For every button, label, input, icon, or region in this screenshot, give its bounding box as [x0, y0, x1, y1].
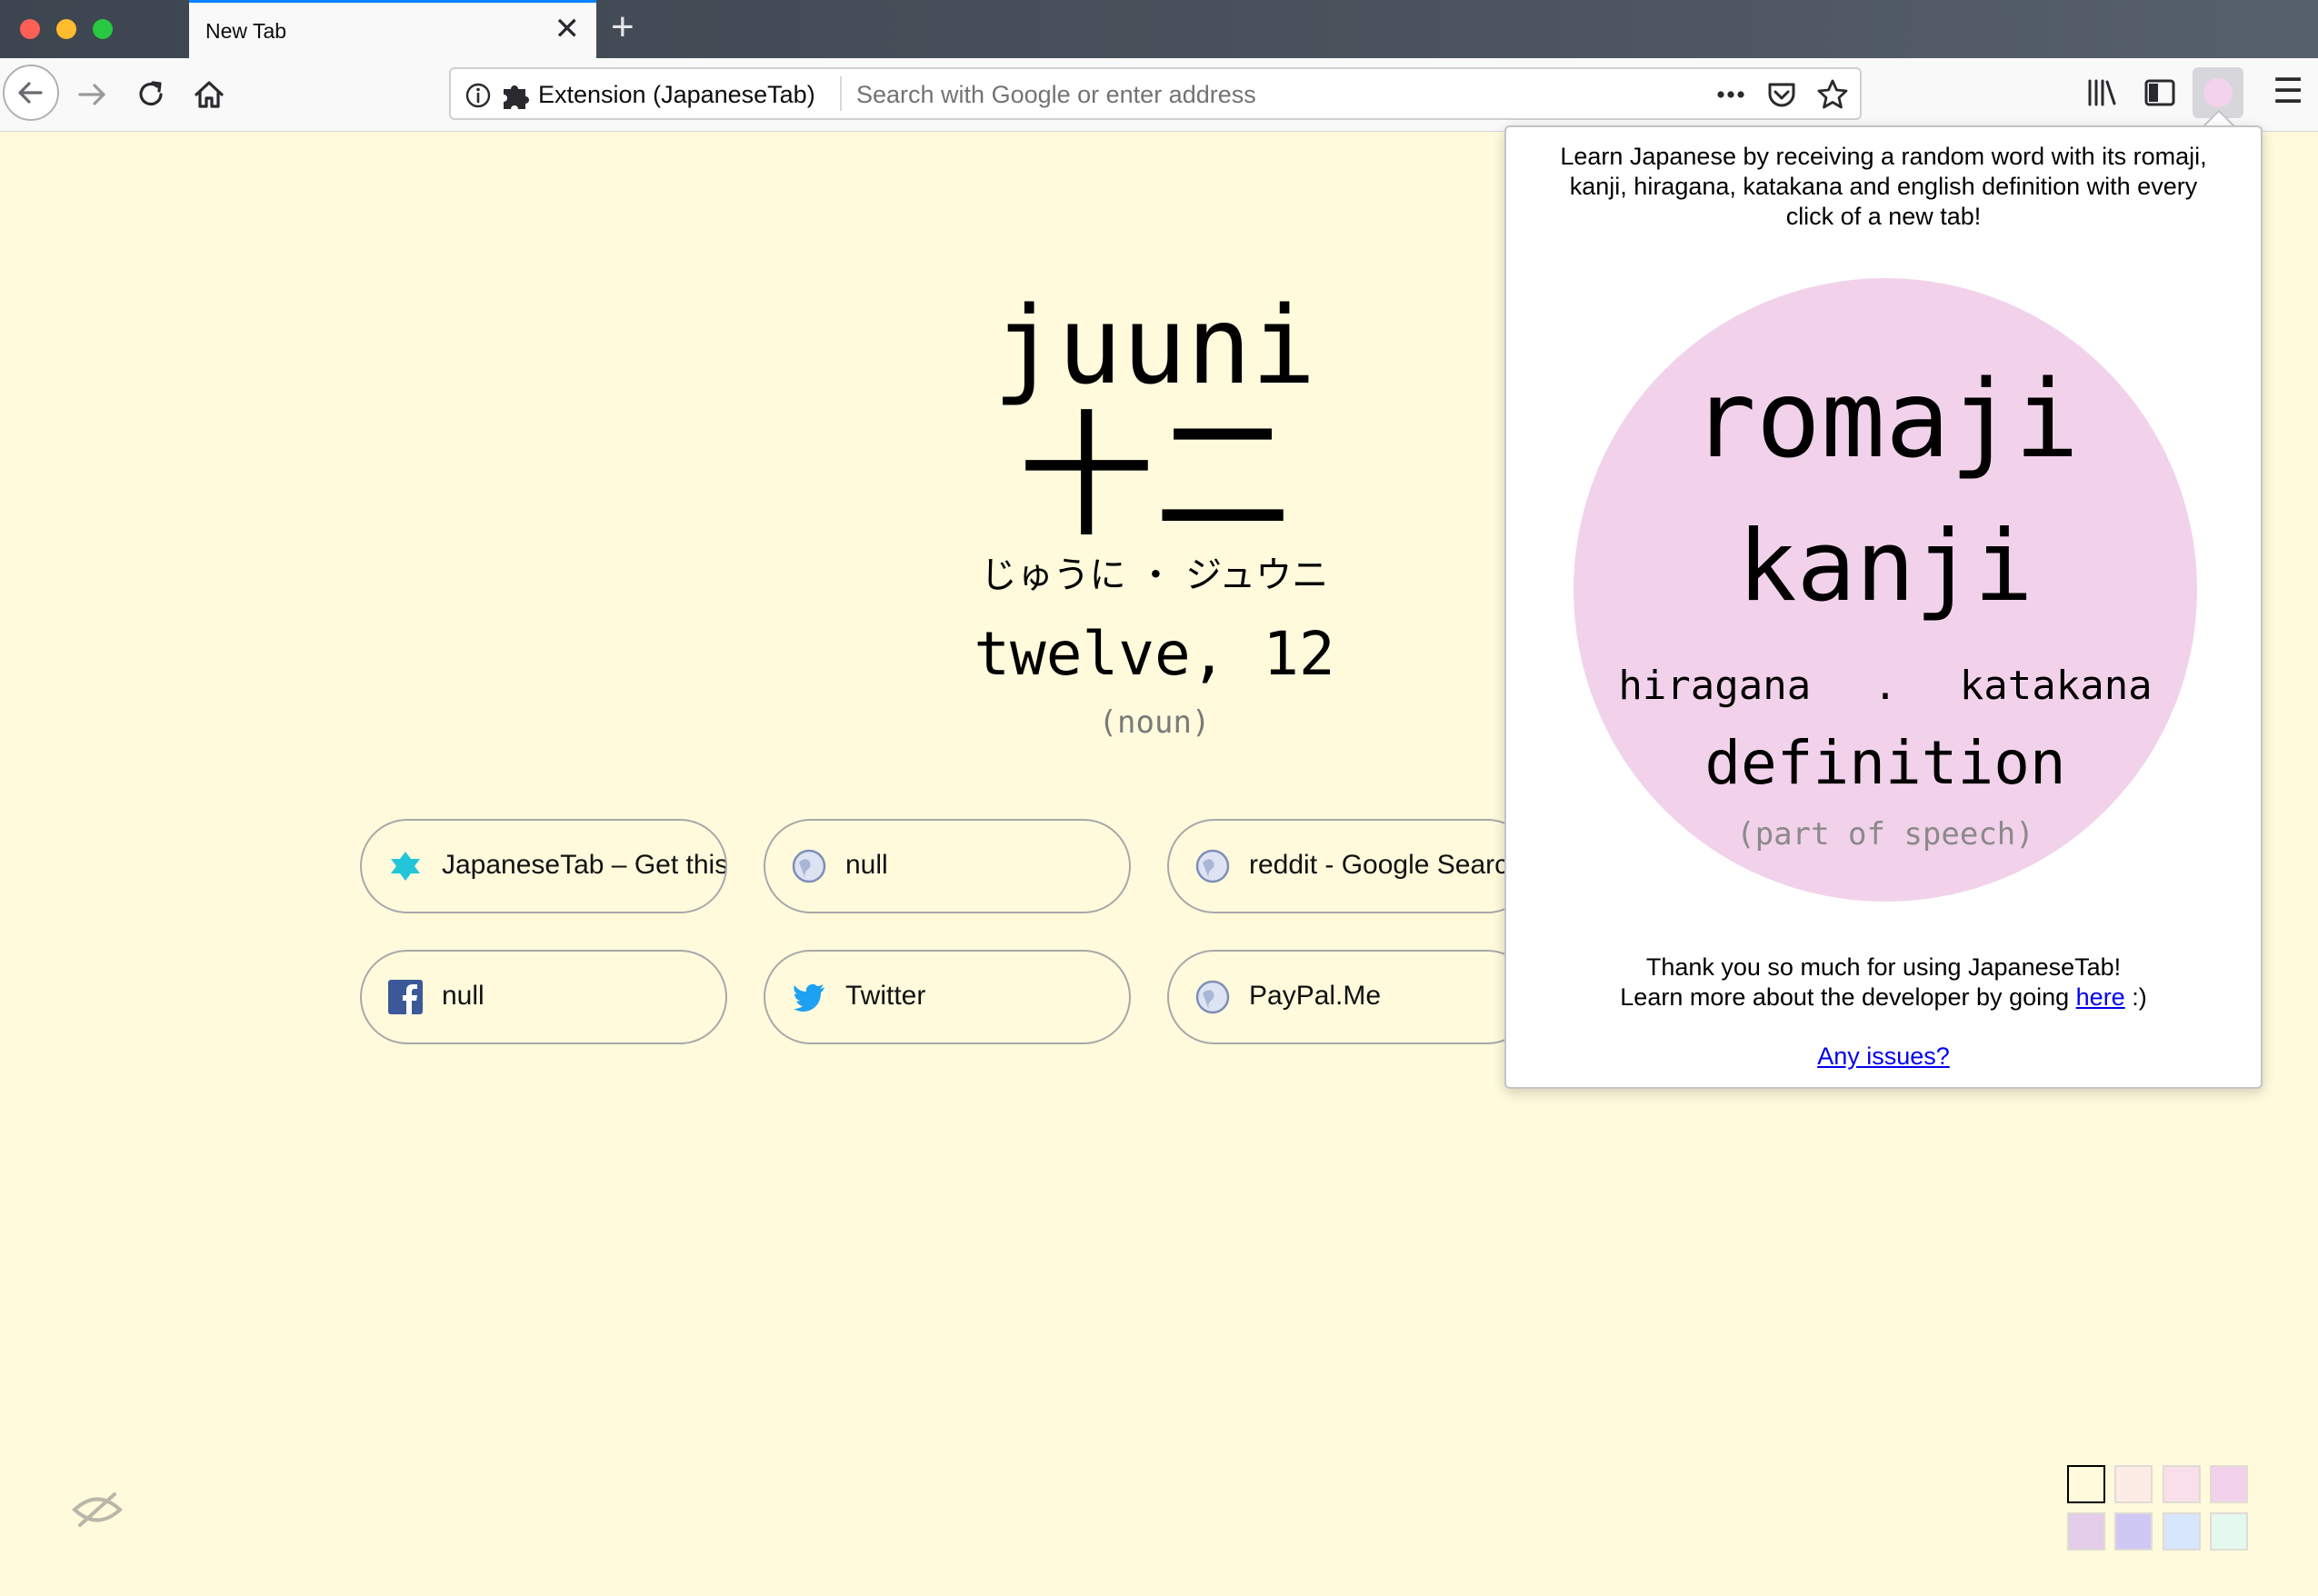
sample-part-of-speech: (part of speech) [1736, 816, 2034, 853]
sample-kanji: kanji [1737, 510, 2033, 623]
top-site-tile[interactable]: JapaneseTab – Get this [360, 819, 727, 913]
theme-swatch[interactable] [2114, 1465, 2153, 1503]
tab-close-icon[interactable]: ✕ [555, 14, 581, 45]
back-button[interactable] [3, 65, 59, 121]
top-site-label: null [845, 850, 888, 880]
reload-icon[interactable] [133, 76, 169, 113]
back-arrow-icon [18, 82, 43, 104]
thanks-line-2: Learn more about the developer by going … [1543, 983, 2224, 1012]
navigation-toolbar: Extension (JapaneseTab) ☰ [0, 58, 2318, 132]
page-actions-icon[interactable] [1713, 76, 1749, 113]
top-site-label: null [442, 981, 485, 1011]
window-close-button[interactable] [20, 19, 40, 39]
top-site-label: PayPal.Me [1249, 981, 1382, 1011]
tab-title: New Tab [205, 19, 287, 43]
puzzle-icon [504, 85, 529, 109]
window-minimize-button[interactable] [56, 19, 76, 39]
sample-definition: definition [1704, 728, 2066, 798]
url-input[interactable] [854, 75, 1585, 115]
tab-new-tab[interactable]: New Tab ✕ [189, 0, 596, 58]
thanks-line-2-text: Learn more about the developer by going [1620, 983, 2070, 1011]
hamburger-menu-icon[interactable]: ☰ [2273, 71, 2303, 111]
theme-swatch[interactable] [2163, 1465, 2201, 1503]
sample-separator: . [1873, 663, 1898, 709]
home-icon[interactable] [191, 76, 227, 113]
theme-swatch[interactable] [2210, 1465, 2248, 1503]
bookmark-star-icon[interactable] [1814, 76, 1851, 113]
word-romaji: juuni [993, 283, 1316, 408]
theme-swatch[interactable] [2210, 1512, 2248, 1551]
theme-swatch[interactable] [2067, 1512, 2105, 1551]
extension-icon [2203, 78, 2233, 107]
pocket-icon[interactable] [1763, 76, 1800, 113]
forward-arrow-icon[interactable] [75, 76, 111, 113]
extension-popup: Learn Japanese by receiving a random wor… [1504, 125, 2263, 1089]
facebook-icon [388, 980, 423, 1014]
globe-icon [792, 849, 826, 883]
sample-word-circle: romaji kanji hiragana . katakana definit… [1574, 278, 2197, 902]
eye-slash-icon[interactable] [71, 1491, 124, 1529]
theme-swatch[interactable] [2067, 1465, 2105, 1503]
word-definition: twelve, 12 [974, 619, 1335, 689]
theme-swatch[interactable] [2114, 1512, 2153, 1551]
globe-icon [1195, 849, 1230, 883]
popup-issues: Any issues? [1543, 1042, 2224, 1072]
title-bar: New Tab ✕ + [0, 0, 2318, 58]
top-site-tile[interactable]: reddit - Google Search [1167, 819, 1534, 913]
address-bar[interactable]: Extension (JapaneseTab) [449, 67, 1862, 120]
popup-thanks: Thank you so much for using JapaneseTab!… [1543, 953, 2224, 1012]
info-icon[interactable] [464, 81, 493, 110]
japanesetab-favicon [391, 852, 420, 881]
word-kana: じゅうに ・ ジュウニ [980, 554, 1329, 596]
top-site-label: Twitter [845, 981, 926, 1011]
twitter-icon [794, 983, 824, 1012]
developer-here-link[interactable]: here [2076, 983, 2125, 1011]
window-maximize-button[interactable] [93, 19, 113, 39]
new-tab-button[interactable]: + [611, 5, 634, 49]
sidebar-icon[interactable] [2142, 75, 2178, 111]
thanks-tail: :) [2124, 983, 2147, 1011]
thanks-line-1: Thank you so much for using JapaneseTab! [1645, 953, 2122, 981]
top-site-tile[interactable]: null [360, 950, 727, 1044]
popup-intro: Learn Japanese by receiving a random wor… [1560, 143, 2207, 230]
theme-swatch[interactable] [2163, 1512, 2201, 1551]
word-kanji: 十二 [1017, 398, 1291, 556]
identity-label: Extension (JapaneseTab) [538, 81, 815, 108]
top-site-label: reddit - Google Search [1249, 850, 1524, 880]
sample-hiragana: hiragana [1618, 663, 1812, 709]
top-site-label: JapaneseTab – Get this [442, 850, 727, 880]
sample-romaji: romaji [1691, 356, 2080, 482]
sample-kana-row: hiragana . katakana [1574, 662, 2197, 711]
library-icon[interactable] [2083, 75, 2120, 111]
top-site-tile[interactable]: null [764, 819, 1131, 913]
sample-katakana: katakana [1959, 663, 2153, 709]
word-part-of-speech: (noun) [1098, 704, 1211, 741]
top-site-tile[interactable]: PayPal.Me [1167, 950, 1534, 1044]
any-issues-link[interactable]: Any issues? [1817, 1042, 1950, 1070]
top-site-tile[interactable]: Twitter [764, 950, 1131, 1044]
urlbar-separator [840, 76, 842, 111]
globe-icon [1195, 980, 1230, 1014]
